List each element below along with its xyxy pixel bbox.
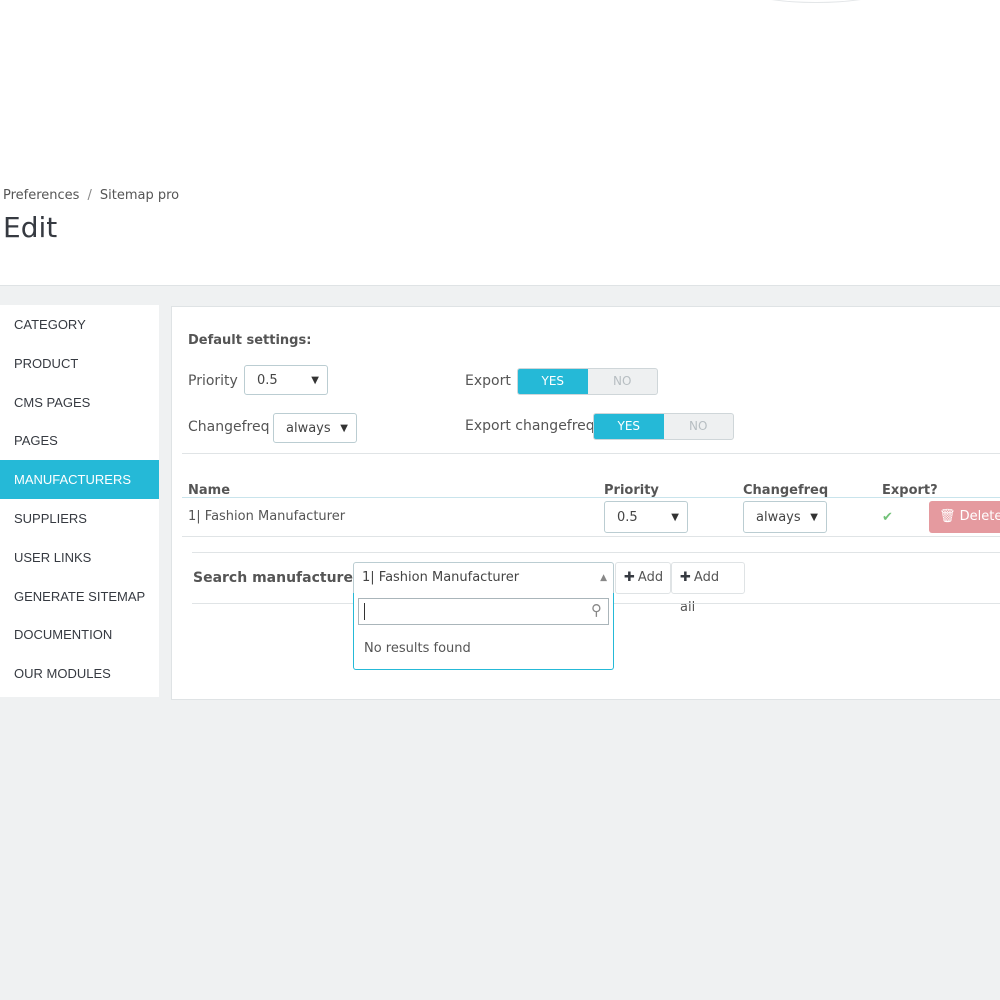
search-selected-value: 1| Fashion Manufacturer — [362, 570, 520, 585]
page-title: Edit — [3, 211, 58, 244]
col-header-name: Name — [188, 483, 231, 498]
search-manufacturer-label: Search manufacturer: — [193, 570, 366, 586]
col-header-export: Export? — [882, 483, 938, 498]
chevron-down-icon: ▼ — [671, 512, 679, 523]
export-changefreq-no-option[interactable]: NO — [664, 414, 734, 439]
search-manufacturer-select[interactable]: 1| Fashion Manufacturer ▲ — [353, 562, 614, 594]
breadcrumb-parent[interactable]: Preferences — [3, 188, 79, 203]
plus-icon: ✚ — [624, 570, 635, 585]
col-header-priority: Priority — [604, 483, 659, 498]
chevron-up-icon: ▲ — [600, 573, 607, 583]
row-divider — [182, 536, 1000, 537]
text-cursor — [364, 603, 365, 620]
row-changefreq-value: always — [756, 510, 801, 525]
search-top-divider — [192, 552, 1000, 553]
priority-label: Priority — [188, 373, 238, 389]
col-header-changefreq: Changefreq — [743, 483, 829, 498]
sidebar-item-pages[interactable]: PAGES — [0, 421, 159, 460]
breadcrumb: Preferences / Sitemap pro — [3, 188, 179, 203]
trash-icon: 🗑 — [939, 509, 956, 524]
export-changefreq-yes-option[interactable]: YES — [594, 414, 664, 439]
plus-icon: ✚ — [680, 570, 691, 585]
row-changefreq-select[interactable]: always ▼ — [743, 501, 827, 533]
table-header-divider — [182, 497, 1000, 498]
chevron-down-icon: ▼ — [311, 375, 319, 386]
add-button[interactable]: ✚ Add — [615, 562, 671, 594]
default-settings-heading: Default settings: — [188, 333, 312, 348]
sidebar-item-generate-sitemap[interactable]: GENERATE SITEMAP — [0, 577, 159, 616]
breadcrumb-current[interactable]: Sitemap pro — [100, 188, 179, 203]
export-yes-option[interactable]: YES — [518, 369, 588, 394]
breadcrumb-separator: / — [87, 188, 92, 203]
row-name: 1| Fashion Manufacturer — [188, 509, 346, 524]
sidebar-item-manufacturers[interactable]: MANUFACTURERS — [0, 460, 159, 499]
sidebar-item-documention[interactable]: DOCUMENTION — [0, 615, 159, 654]
sidebar: CATEGORY PRODUCT CMS PAGES PAGES MANUFAC… — [0, 305, 159, 697]
sidebar-item-category[interactable]: CATEGORY — [0, 305, 159, 344]
export-no-option[interactable]: NO — [588, 369, 658, 394]
export-changefreq-toggle[interactable]: YES NO — [593, 413, 734, 440]
default-priority-value: 0.5 — [257, 373, 278, 388]
no-results-message: No results found — [364, 641, 471, 656]
search-icon: ⚲ — [591, 601, 602, 619]
export-changefreq-label: Export changefreq — [465, 418, 595, 434]
divider — [182, 453, 1000, 454]
chevron-down-icon: ▼ — [810, 512, 818, 523]
check-icon: ✔ — [882, 510, 893, 525]
delete-button[interactable]: 🗑 Delete — [929, 501, 1000, 533]
default-changefreq-value: always — [286, 421, 331, 436]
chevron-down-icon: ▼ — [340, 423, 348, 434]
add-label: Add — [637, 570, 664, 585]
sidebar-item-product[interactable]: PRODUCT — [0, 344, 159, 383]
delete-label: Delete — [959, 509, 1000, 524]
default-priority-select[interactable]: 0.5 ▼ — [244, 365, 328, 395]
sidebar-item-user-links[interactable]: USER LINKS — [0, 538, 159, 577]
settings-panel: Default settings: Priority 0.5 ▼ Changef… — [171, 306, 1000, 700]
sidebar-item-suppliers[interactable]: SUPPLIERS — [0, 499, 159, 538]
changefreq-label: Changefreq — [188, 419, 270, 435]
add-all-button[interactable]: ✚ Add all — [671, 562, 745, 615]
default-changefreq-select[interactable]: always ▼ — [273, 413, 357, 443]
export-toggle[interactable]: YES NO — [517, 368, 658, 395]
row-priority-value: 0.5 — [617, 510, 638, 525]
sidebar-item-our-modules[interactable]: OUR MODULES — [0, 654, 159, 693]
export-label: Export — [465, 373, 511, 389]
search-dropdown: ⚲ No results found — [353, 593, 614, 670]
row-priority-select[interactable]: 0.5 ▼ — [604, 501, 688, 533]
sidebar-item-cms-pages[interactable]: CMS PAGES — [0, 383, 159, 422]
dropdown-search-input[interactable]: ⚲ — [358, 598, 609, 625]
header-decoration — [700, 0, 932, 3]
header-area: Preferences / Sitemap pro Edit — [0, 0, 1000, 286]
